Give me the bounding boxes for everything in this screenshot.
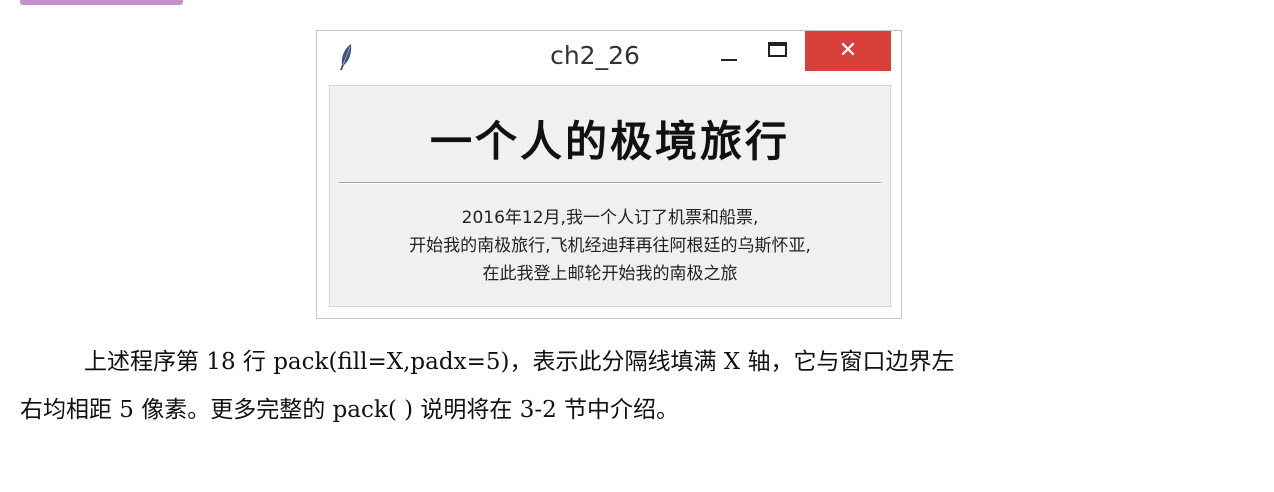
separator-line bbox=[339, 182, 881, 184]
window-client-area: 一个人的极境旅行 2016年12月,我一个人订了机票和船票, 开始我的南极旅行,… bbox=[329, 85, 891, 307]
message-line: 在此我登上邮轮开始我的南极之旅 bbox=[482, 264, 738, 284]
message-line: 开始我的南极旅行,飞机经迪拜再往阿根廷的乌斯怀亚, bbox=[409, 236, 811, 256]
heading-label: 一个人的极境旅行 bbox=[429, 117, 790, 166]
paragraph-line: 上述程序第 18 行 pack(fill=X,padx=5)，表示此分隔线填满 … bbox=[84, 349, 955, 375]
close-button[interactable]: ✕ bbox=[805, 31, 891, 71]
maximize-button[interactable] bbox=[768, 42, 787, 57]
explanation-paragraph: 上述程序第 18 行 pack(fill=X,padx=5)，表示此分隔线填满 … bbox=[20, 338, 1250, 434]
minimize-button[interactable] bbox=[721, 59, 737, 61]
message-line: 2016年12月,我一个人订了机票和船票, bbox=[461, 208, 759, 228]
app-window: ch2_26 ✕ 一个人的极境旅行 2016年12月,我一个人订了机票和船票, … bbox=[316, 30, 902, 319]
paragraph-line: 右均相距 5 像素。更多完整的 pack( ) 说明将在 3-2 节中介绍。 bbox=[20, 397, 680, 423]
body-message: 2016年12月,我一个人订了机票和船票, 开始我的南极旅行,飞机经迪拜再往阿根… bbox=[330, 204, 890, 288]
title-bar[interactable]: ch2_26 ✕ bbox=[317, 31, 901, 75]
accent-bar bbox=[20, 0, 183, 5]
